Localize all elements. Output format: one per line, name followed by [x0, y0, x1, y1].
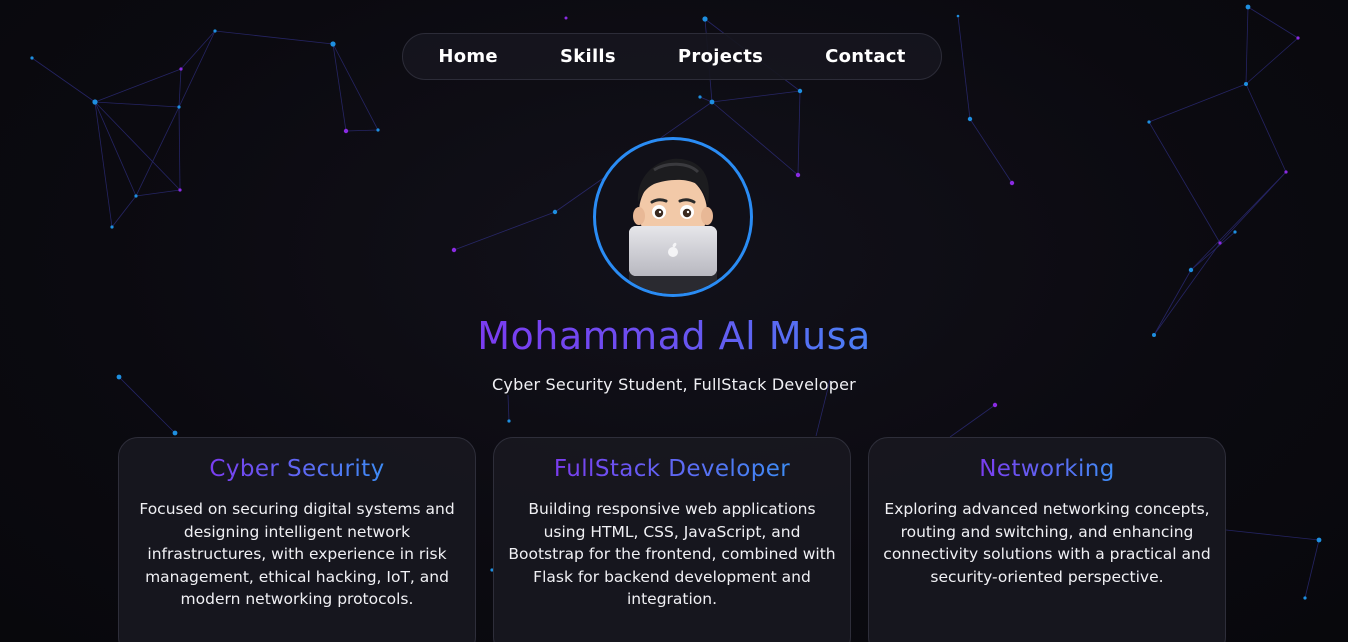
skill-card-networking: Networking Exploring advanced networking… — [868, 437, 1226, 642]
profile-subtitle: Cyber Security Student, FullStack Develo… — [492, 375, 856, 394]
profile-avatar — [593, 137, 753, 297]
card-description: Focused on securing digital systems and … — [139, 500, 455, 608]
card-description: Building responsive web applications usi… — [508, 500, 836, 608]
top-navigation-bar: Home Skills Projects Contact — [402, 33, 942, 80]
skill-card-cyber-security: Cyber Security Focused on securing digit… — [118, 437, 476, 642]
profile-name-heading: Mohammad Al Musa — [0, 312, 1348, 360]
profile-name: Mohammad Al Musa — [477, 314, 871, 358]
nav-contact-link[interactable]: Contact — [794, 46, 937, 67]
skill-card-fullstack-developer: FullStack Developer Building responsive … — [493, 437, 851, 642]
card-description: Exploring advanced networking concepts, … — [883, 500, 1211, 586]
page-background: Home Skills Projects Contact Mohammad Al… — [0, 0, 1348, 642]
card-title: Cyber Security — [209, 456, 385, 482]
nav-projects-link[interactable]: Projects — [647, 46, 794, 67]
nav-skills-link[interactable]: Skills — [529, 46, 647, 67]
nav-home-link[interactable]: Home — [407, 46, 529, 67]
card-title: FullStack Developer — [553, 456, 791, 482]
card-title: Networking — [979, 456, 1115, 482]
memoji-laptop-avatar-icon — [629, 158, 717, 294]
